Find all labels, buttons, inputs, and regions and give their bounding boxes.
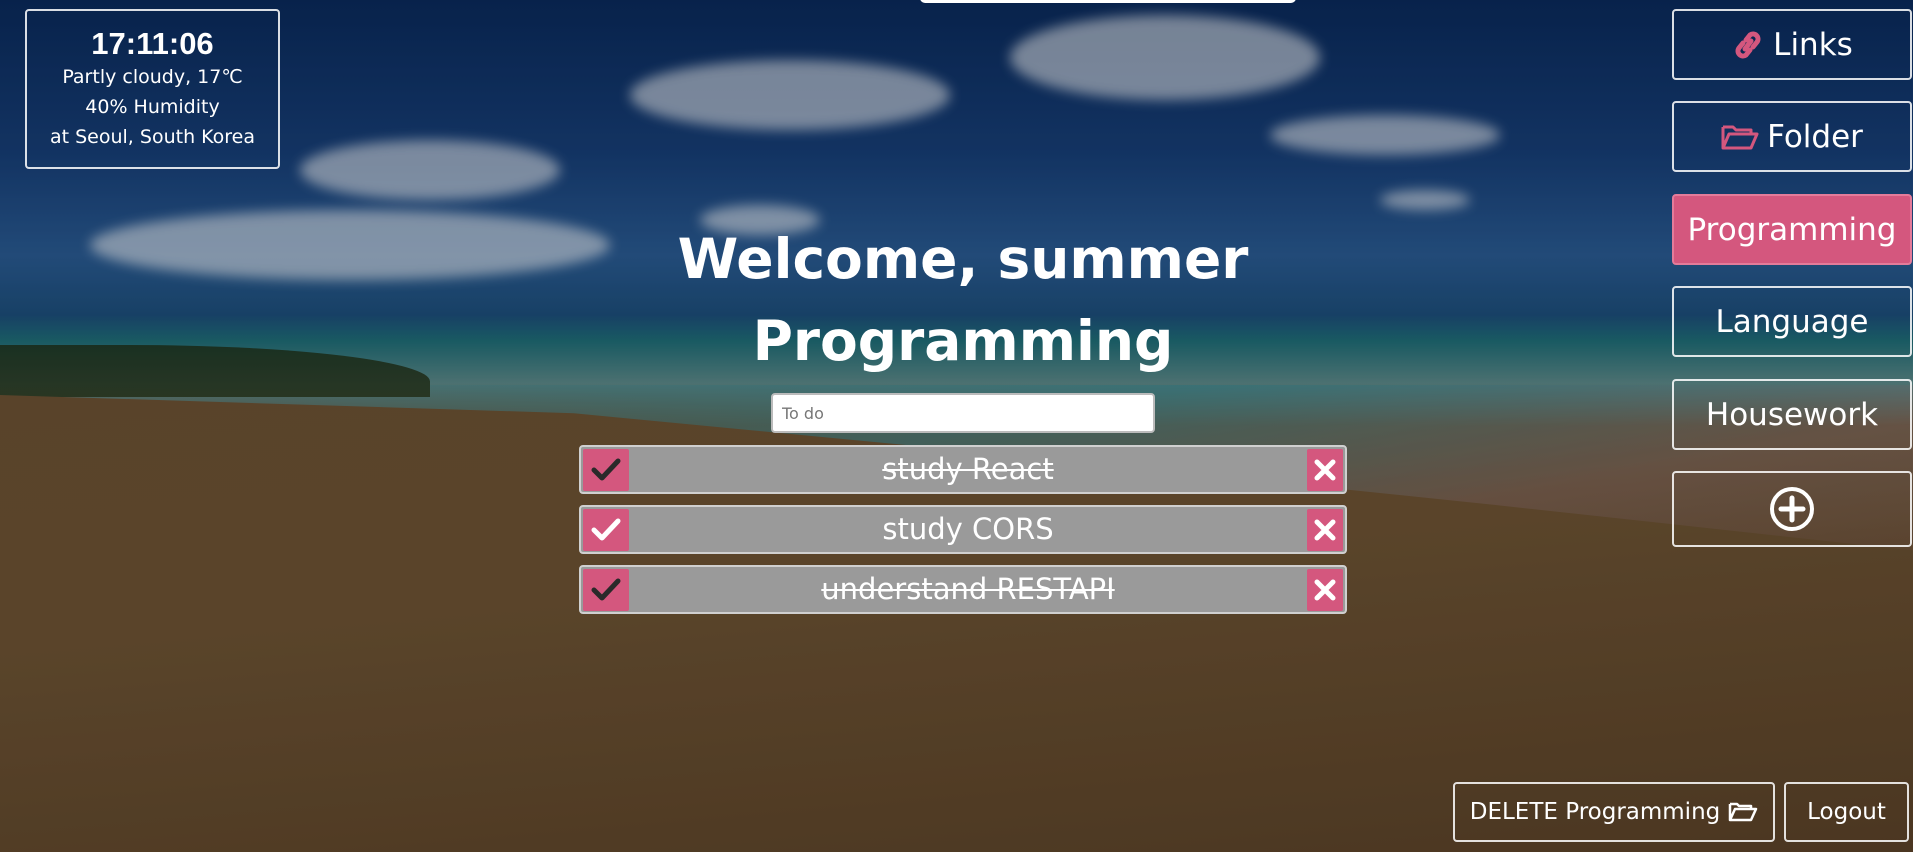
todo-list: study React study CORS understand RESTAP… <box>579 445 1347 625</box>
todo-text: understand RESTAPI <box>821 572 1115 606</box>
add-category-button[interactable] <box>1672 471 1912 547</box>
welcome-heading: Welcome, summer Programming <box>620 218 1306 382</box>
weather-humidity: 40% Humidity <box>85 95 220 118</box>
top-bar <box>920 0 1296 3</box>
x-icon <box>1314 459 1336 481</box>
weather-widget: 17:11:06 Partly cloudy, 17℃ 40% Humidity… <box>25 9 280 169</box>
plus-circle-icon <box>1770 487 1814 531</box>
link-icon <box>1735 31 1761 58</box>
todo-text: study React <box>882 452 1054 486</box>
delete-category-label: DELETE Programming <box>1469 799 1721 825</box>
delete-todo-button[interactable] <box>1307 449 1343 491</box>
folder-open-icon <box>1721 125 1759 149</box>
delete-todo-button[interactable] <box>1307 509 1343 551</box>
check-icon <box>591 458 621 481</box>
todo-item: understand RESTAPI <box>579 565 1347 614</box>
toggle-done-button[interactable] <box>583 449 629 491</box>
weather-location: at Seoul, South Korea <box>49 125 256 148</box>
toggle-done-button[interactable] <box>583 569 629 611</box>
delete-category-button[interactable]: DELETE Programming <box>1453 782 1775 842</box>
todo-text: study CORS <box>882 512 1054 546</box>
toggle-done-button[interactable] <box>583 509 629 551</box>
clock-time: 17:11:06 <box>91 26 214 61</box>
folder-button[interactable]: Folder <box>1672 101 1912 172</box>
folder-open-icon <box>1729 802 1758 822</box>
check-icon <box>591 578 621 601</box>
links-label: Links <box>1773 26 1853 63</box>
weather-condition: Partly cloudy, 17℃ <box>62 65 243 88</box>
category-housework[interactable]: Housework <box>1672 379 1912 450</box>
category-label: Programming <box>1687 211 1897 248</box>
todo-item: study React <box>579 445 1347 494</box>
category-label: Language <box>1715 303 1869 340</box>
category-programming[interactable]: Programming <box>1672 194 1912 265</box>
welcome-greeting: Welcome, summer <box>677 227 1249 291</box>
delete-todo-button[interactable] <box>1307 569 1343 611</box>
logout-label: Logout <box>1807 799 1886 825</box>
x-icon <box>1314 579 1336 601</box>
links-button[interactable]: Links <box>1672 9 1912 80</box>
current-category-title: Programming <box>752 309 1174 373</box>
todo-item: study CORS <box>579 505 1347 554</box>
category-language[interactable]: Language <box>1672 286 1912 357</box>
logout-button[interactable]: Logout <box>1784 782 1909 842</box>
check-icon <box>591 518 621 541</box>
category-label: Housework <box>1705 396 1879 433</box>
x-icon <box>1314 519 1336 541</box>
folder-label: Folder <box>1767 118 1863 155</box>
todo-input[interactable] <box>771 393 1155 433</box>
